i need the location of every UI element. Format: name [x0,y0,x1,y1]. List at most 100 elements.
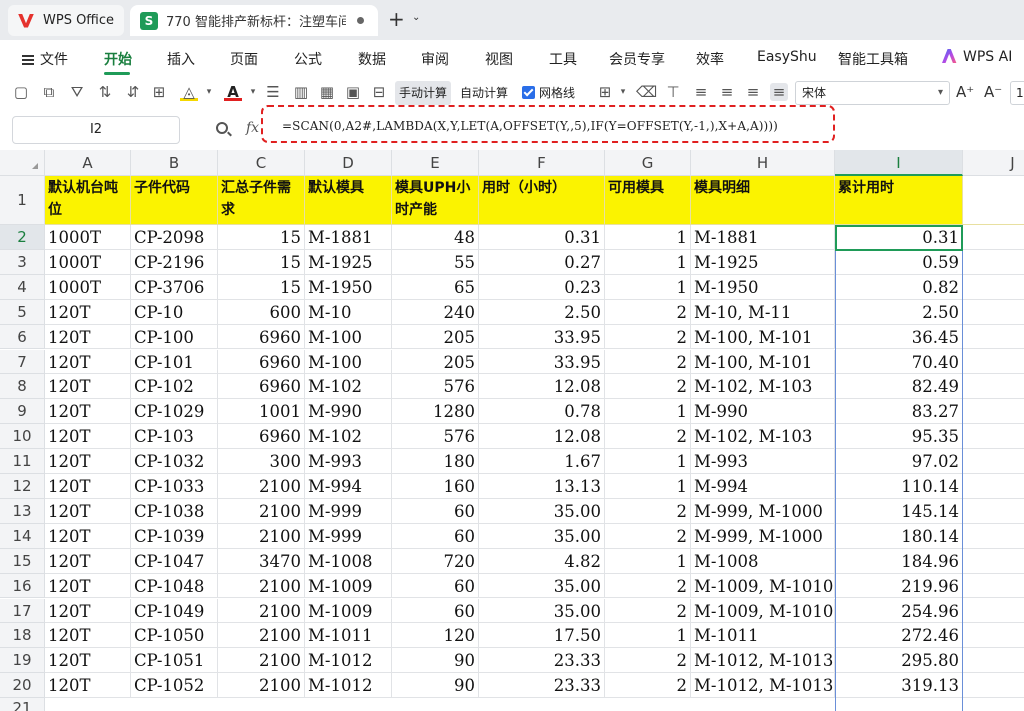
empty-cell[interactable] [963,374,1024,400]
align-top-icon[interactable]: ⊤ [664,83,682,101]
table-cell[interactable]: 13.13 [479,474,605,499]
table-cell[interactable]: M-10, M-11 [691,299,835,325]
menu-item[interactable]: 公式 [294,49,322,69]
format-painter-icon[interactable]: ⧉ [40,83,58,101]
table-cell[interactable]: 1 [605,623,691,649]
table-cell[interactable]: 1280 [392,399,479,425]
table-cell[interactable]: 1 [605,474,691,499]
table-cell[interactable]: M-100, M-101 [691,349,835,375]
paste-icon[interactable]: ▢ [12,83,30,101]
table-cell[interactable]: 70.40 [835,349,963,375]
table-cell[interactable]: 2.50 [479,299,605,325]
table-cell[interactable]: M-100, M-101 [691,324,835,350]
sort-desc-icon[interactable]: ⇵ [124,83,142,101]
table-cell[interactable]: 0.31 [835,225,963,250]
align-center-icon[interactable]: ≡ [718,83,736,101]
formula-text[interactable]: =SCAN(0,A2#,LAMBDA(X,Y,LET(A,OFFSET(Y,,5… [282,119,778,133]
chevron-down-icon[interactable]: ⌄ [412,12,420,23]
align-middle-icon[interactable]: ≡ [770,83,788,101]
spreadsheet-grid[interactable]: A B C D E F G H I J 1 默认机台吨位 子件代码 汇总子件需求 默认模具 模具UPH小时产能… [0,150,1024,711]
header-cell[interactable]: 用时（小时） [479,176,605,225]
table-cell[interactable]: M-993 [305,449,392,474]
table-cell[interactable]: M-1012, M-1013 [691,673,835,699]
table-cell[interactable]: 1 [605,548,691,574]
table-cell[interactable]: 2100 [218,474,305,499]
table-cell[interactable]: 300 [218,449,305,474]
align-left-icon[interactable]: ≡ [692,83,710,101]
table-cell[interactable]: 576 [392,374,479,400]
row-header[interactable]: 10 [0,424,45,450]
table-cell[interactable]: CP-3706 [131,274,218,300]
table-cell[interactable]: 600 [218,299,305,325]
table-cell[interactable]: M-1009 [305,598,392,624]
table-cell[interactable]: 205 [392,324,479,350]
table-cell[interactable]: M-1012 [305,648,392,674]
column-header-j[interactable]: J [963,150,1024,176]
table-cell[interactable]: M-1009, M-1010 [691,573,835,599]
table-cell[interactable]: M-1881 [691,225,835,250]
table-cell[interactable]: M-102, M-103 [691,424,835,450]
menu-item[interactable]: EasyShu [757,49,817,65]
empty-cell[interactable] [963,350,1024,375]
table-cell[interactable]: 2 [605,573,691,599]
table-cell[interactable]: 1 [605,449,691,474]
empty-cell[interactable] [963,648,1024,674]
empty-cell[interactable] [963,673,1024,699]
table-cell[interactable]: CP-102 [131,374,218,400]
table-cell[interactable]: 120T [45,299,131,325]
unsaved-dot-icon[interactable] [357,17,364,24]
table-cell[interactable]: M-999, M-1000 [691,523,835,549]
empty-cell[interactable] [963,499,1024,524]
column-header-e[interactable]: E [392,150,479,176]
column-header-i[interactable]: I [835,150,963,176]
empty-cell[interactable] [963,176,1024,225]
table-cell[interactable]: M-1008 [305,548,392,574]
table-cell[interactable]: 184.96 [835,548,963,574]
sort-icon[interactable]: ⇅ [96,83,114,101]
row-header[interactable]: 2 [0,225,45,250]
table-cell[interactable]: 120T [45,648,131,674]
chevron-down-icon[interactable]: ▾ [614,83,632,101]
table-cell[interactable]: 254.96 [835,598,963,624]
wrap-text-icon[interactable]: ☰ [264,83,282,101]
table-cell[interactable]: 15 [218,274,305,300]
table-cell[interactable]: 36.45 [835,324,963,350]
table-cell[interactable]: CP-10 [131,299,218,325]
menu-item[interactable]: 开始 [104,49,132,69]
table-cell[interactable]: 97.02 [835,449,963,474]
row-header[interactable]: 18 [0,623,45,649]
empty-cell[interactable] [963,250,1024,275]
row-header[interactable]: 14 [0,523,45,549]
table-cell[interactable]: 120T [45,623,131,649]
table-cell[interactable]: 0.59 [835,249,963,275]
table-cell[interactable]: 2100 [218,598,305,624]
table-cell[interactable]: 2100 [218,498,305,524]
tab-document[interactable]: S 770 智能排产新标杆：注塑车间全 [130,5,378,36]
table-cell[interactable]: 4.82 [479,548,605,574]
table-cell[interactable]: M-1925 [691,249,835,275]
column-header-b[interactable]: B [131,150,218,176]
empty-cell[interactable] [963,424,1024,450]
row-header[interactable]: 12 [0,474,45,499]
table-cell[interactable]: 90 [392,648,479,674]
font-increase-icon[interactable]: A⁺ [956,83,974,101]
header-cell[interactable]: 默认机台吨位 [45,176,131,225]
table-cell[interactable]: 2 [605,374,691,400]
table-cell[interactable]: 120T [45,399,131,425]
table-cell[interactable]: 0.31 [479,225,605,250]
chevron-down-icon[interactable]: ▾ [200,83,218,101]
table-cell[interactable]: 2 [605,673,691,699]
name-box[interactable]: I2 [12,116,180,144]
table-cell[interactable]: 1000T [45,274,131,300]
table-cell[interactable]: 2100 [218,648,305,674]
table-cell[interactable]: 0.78 [479,399,605,425]
table-cell[interactable]: M-999, M-1000 [691,498,835,524]
table-cell[interactable]: 55 [392,249,479,275]
table-cell[interactable]: 2.50 [835,299,963,325]
table-cell[interactable]: CP-100 [131,324,218,350]
table-cell[interactable]: CP-1048 [131,573,218,599]
table-cell[interactable]: 2 [605,324,691,350]
font-decrease-icon[interactable]: A⁻ [984,83,1002,101]
table-style-icon[interactable]: ▣ [344,83,362,101]
font-color-icon[interactable]: A [224,83,242,101]
